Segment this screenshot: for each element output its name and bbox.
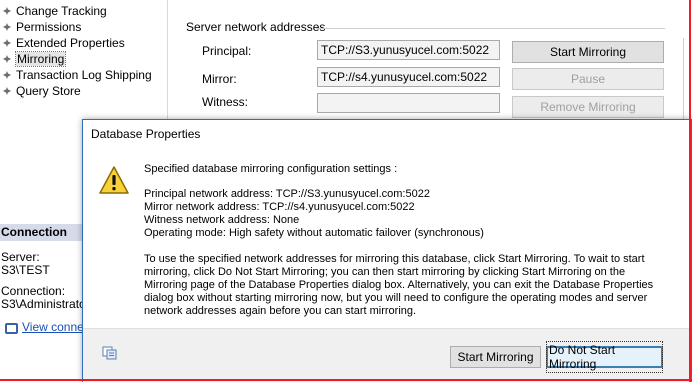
start-mirroring-button-bg[interactable]: Start Mirroring xyxy=(512,41,664,63)
group-title: Server network addresses xyxy=(186,20,326,34)
tree-item-label: Transaction Log Shipping xyxy=(16,68,152,82)
group-divider xyxy=(316,28,665,29)
copy-icon[interactable] xyxy=(102,346,118,360)
tree-item-query-store[interactable]: Query Store xyxy=(2,83,81,99)
tree-item-label: Query Store xyxy=(16,84,81,98)
do-not-start-mirroring-button[interactable]: Do Not Start Mirroring xyxy=(546,341,663,373)
connection-value: S3\Administrator xyxy=(1,297,90,311)
tree-item-label: Permissions xyxy=(16,20,82,34)
tree-item-transaction-log-shipping[interactable]: Transaction Log Shipping xyxy=(2,67,152,83)
witness-address-field[interactable] xyxy=(317,93,500,113)
start-mirroring-button[interactable]: Start Mirroring xyxy=(450,346,541,368)
page-icon xyxy=(2,38,12,48)
do-not-start-mirroring-label: Do Not Start Mirroring xyxy=(546,341,663,373)
view-connection-link[interactable]: View connec xyxy=(4,320,90,334)
tree-item-label: Change Tracking xyxy=(16,4,107,18)
tree-item-label: Extended Properties xyxy=(16,36,125,50)
tree-item-change-tracking[interactable]: Change Tracking xyxy=(2,3,107,19)
connection-header: Connection xyxy=(0,224,82,241)
pause-button[interactable]: Pause xyxy=(512,68,664,90)
red-frame-bottom xyxy=(0,379,692,381)
paragraph-line: mirroring, click Do Not Start Mirroring;… xyxy=(144,266,626,278)
principal-address-field[interactable]: TCP://S3.yunusyucel.com:5022 xyxy=(317,40,500,60)
dialog-title: Database Properties xyxy=(91,127,201,141)
detail-mirror: Mirror network address: TCP://s4.yunusyu… xyxy=(144,201,415,213)
server-value: S3\TEST xyxy=(1,263,50,277)
remove-mirroring-button[interactable]: Remove Mirroring xyxy=(512,96,664,118)
red-frame-right xyxy=(689,0,691,382)
mirror-label: Mirror: xyxy=(202,72,237,86)
tree-item-permissions[interactable]: Permissions xyxy=(2,19,81,35)
start-mirroring-label: Start Mirroring xyxy=(457,350,534,364)
connection-label: Connection: xyxy=(1,284,66,298)
detail-operating-mode: Operating mode: High safety without auto… xyxy=(144,227,484,239)
principal-label: Principal: xyxy=(202,44,252,58)
paragraph-line: To use the specified network addresses f… xyxy=(144,253,645,265)
tree-item-label: Mirroring xyxy=(14,51,67,67)
dialog-titlebar[interactable]: Database Properties xyxy=(83,120,691,148)
witness-label: Witness: xyxy=(202,95,249,109)
dialog-body: Specified database mirroring configurati… xyxy=(83,148,691,328)
detail-principal: Principal network address: TCP://S3.yunu… xyxy=(144,188,430,200)
mirror-address-field[interactable]: TCP://s4.yunusyucel.com:5022 xyxy=(317,67,500,87)
paragraph-line: dialog box without starting mirroring no… xyxy=(144,292,648,304)
tree-item-extended-properties[interactable]: Extended Properties xyxy=(2,35,125,51)
message-heading: Specified database mirroring configurati… xyxy=(144,163,398,175)
dialog-footer: Start Mirroring Do Not Start Mirroring xyxy=(83,328,691,382)
link-icon xyxy=(4,321,18,334)
tree-item-mirroring[interactable]: Mirroring xyxy=(2,51,67,67)
page-icon xyxy=(2,22,12,32)
page-icon xyxy=(2,54,12,64)
paragraph-line: network addresses again before you can s… xyxy=(144,305,417,317)
paragraph-line: Mirroring page of the Database Propertie… xyxy=(144,279,654,291)
database-properties-dialog: Database Properties Specified database m… xyxy=(82,119,692,382)
server-label: Server: xyxy=(1,250,40,264)
page-icon xyxy=(2,6,12,16)
page-icon xyxy=(2,70,12,80)
view-connection-label: View connec xyxy=(22,320,90,334)
warning-icon xyxy=(99,166,129,194)
page-icon xyxy=(2,86,12,96)
detail-witness: Witness network address: None xyxy=(144,214,300,226)
